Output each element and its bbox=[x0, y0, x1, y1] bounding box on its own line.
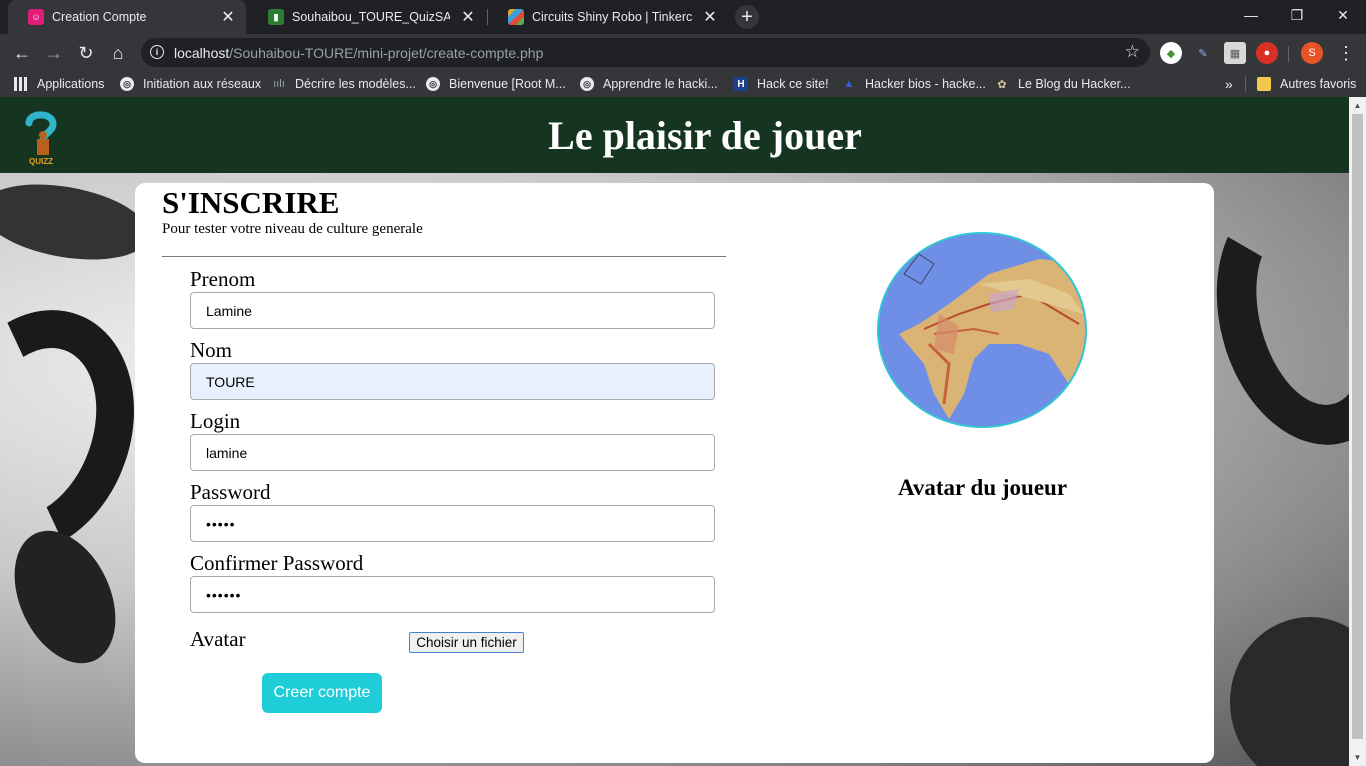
reload-button[interactable]: ↻ bbox=[72, 39, 100, 67]
trello-icon: ▮ bbox=[268, 9, 284, 25]
page-viewport: QUIZZ Le plaisir de jouer S'INSCRIRE Pou… bbox=[0, 97, 1349, 766]
login-input[interactable] bbox=[190, 434, 715, 471]
scroll-thumb[interactable] bbox=[1352, 114, 1363, 739]
close-window-button[interactable]: ✕ bbox=[1320, 0, 1366, 30]
apps-grid-icon bbox=[14, 77, 28, 91]
bookmark-star-icon[interactable]: ☆ bbox=[1125, 42, 1140, 62]
info-icon[interactable]: i bbox=[150, 45, 164, 59]
triangle-icon: ▲ bbox=[843, 78, 855, 90]
divider bbox=[162, 256, 726, 257]
bookmark-item[interactable]: ▲ Hacker bios - hacke... bbox=[842, 75, 986, 93]
forward-button[interactable]: → bbox=[40, 39, 68, 67]
bookmark-label: Applications bbox=[37, 77, 105, 91]
background-decoration bbox=[0, 172, 155, 272]
prenom-input[interactable] bbox=[190, 292, 715, 329]
profile-avatar[interactable]: S bbox=[1301, 42, 1323, 64]
other-bookmarks-folder[interactable]: Autres favoris bbox=[1257, 75, 1356, 93]
site-header: QUIZZ Le plaisir de jouer bbox=[0, 97, 1349, 173]
toolbar-divider bbox=[1288, 46, 1289, 62]
url-text[interactable]: localhost/Souhaibou-TOURE/mini-projet/cr… bbox=[174, 45, 543, 61]
minimize-button[interactable]: — bbox=[1228, 0, 1274, 30]
new-tab-button[interactable]: + bbox=[735, 5, 759, 29]
background-decoration bbox=[1230, 617, 1349, 766]
home-button[interactable]: ⌂ bbox=[104, 39, 132, 67]
close-icon[interactable]: ✕ bbox=[700, 7, 720, 27]
bookmark-applications[interactable]: Applications bbox=[14, 75, 104, 93]
signup-card: S'INSCRIRE Pour tester votre niveau de c… bbox=[135, 183, 1214, 763]
form-subtitle: Pour tester votre niveau de culture gene… bbox=[162, 221, 423, 237]
browser-toolbar: ← → ↻ ⌂ i localhost/Souhaibou-TOURE/mini… bbox=[0, 34, 1366, 71]
bookmark-item[interactable]: ✿ Le Blog du Hacker... bbox=[995, 75, 1131, 93]
bookmark-label: Initiation aux réseaux bbox=[143, 77, 262, 91]
bookmark-item[interactable]: H Hack ce site! bbox=[734, 75, 829, 93]
avatar-label: Avatar bbox=[190, 627, 246, 651]
extension-icon[interactable]: ◆ bbox=[1160, 42, 1182, 64]
bookmark-item[interactable]: ◎ Initiation aux réseaux bbox=[120, 75, 261, 93]
close-icon[interactable]: ✕ bbox=[218, 7, 238, 27]
scroll-down-arrow-icon[interactable]: ▼ bbox=[1349, 749, 1366, 766]
scroll-up-arrow-icon[interactable]: ▲ bbox=[1349, 97, 1366, 114]
back-button[interactable]: ← bbox=[8, 39, 36, 67]
cisco-icon: ıılı bbox=[273, 78, 285, 90]
site-favicon-icon: ☺ bbox=[28, 9, 44, 25]
globe-icon: ◎ bbox=[120, 77, 134, 91]
login-label: Login bbox=[190, 409, 241, 433]
bookmark-label: Apprendre le hacki... bbox=[603, 77, 718, 91]
tab-strip: ☺ Creation Compte ✕ ▮ Souhaibou_TOURE_Qu… bbox=[0, 0, 1366, 34]
bookmark-label: Bienvenue [Root M... bbox=[449, 77, 566, 91]
tab-trello[interactable]: ▮ Souhaibou_TOURE_QuizSA | Trello ✕ bbox=[248, 0, 486, 34]
restore-button[interactable]: ❐ bbox=[1274, 0, 1320, 30]
prenom-label: Prenom bbox=[190, 267, 256, 291]
bookmark-label: Décrire les modèles... bbox=[295, 77, 416, 91]
hack-icon: H bbox=[734, 77, 748, 91]
close-icon[interactable]: ✕ bbox=[458, 7, 478, 27]
bookmark-item[interactable]: ıılı Décrire les modèles... bbox=[272, 75, 416, 93]
page-scrollbar[interactable]: ▲ ▼ bbox=[1349, 97, 1366, 766]
avatar-caption: Avatar du joueur bbox=[897, 475, 1068, 500]
tab-title: Creation Compte bbox=[52, 10, 147, 24]
confirm-password-label: Confirmer Password bbox=[190, 551, 364, 575]
globe-icon: ◎ bbox=[580, 77, 594, 91]
nom-label: Nom bbox=[190, 338, 232, 362]
form-title: S'INSCRIRE bbox=[162, 185, 340, 220]
bookmark-item[interactable]: ◎ Bienvenue [Root M... bbox=[426, 75, 566, 93]
address-bar[interactable]: i localhost/Souhaibou-TOURE/mini-projet/… bbox=[141, 38, 1150, 67]
tinkercad-icon bbox=[508, 9, 524, 25]
bookmarks-divider bbox=[1245, 76, 1246, 92]
pencil-extension-icon[interactable]: ✎ bbox=[1192, 42, 1214, 64]
bookmark-label: Hack ce site! bbox=[757, 77, 829, 91]
bookmarks-overflow-button[interactable]: » bbox=[1225, 75, 1233, 93]
bookmark-item[interactable]: ◎ Apprendre le hacki... bbox=[580, 75, 718, 93]
menu-icon[interactable]: ⋮ bbox=[1332, 39, 1360, 67]
choose-file-button[interactable]: Choisir un fichier bbox=[409, 632, 524, 653]
tomato-extension-icon[interactable]: ● bbox=[1256, 42, 1278, 64]
tab-title: Circuits Shiny Robo | Tinkercad bbox=[532, 10, 692, 24]
bookmark-label: Hacker bios - hacke... bbox=[865, 77, 986, 91]
blog-icon: ✿ bbox=[997, 78, 1007, 91]
password-input[interactable] bbox=[190, 505, 715, 542]
folder-icon bbox=[1257, 77, 1271, 91]
tab-title: Souhaibou_TOURE_QuizSA | Trello bbox=[292, 10, 450, 24]
confirm-password-input[interactable] bbox=[190, 576, 715, 613]
avatar-preview bbox=[877, 232, 1087, 428]
nom-input[interactable] bbox=[190, 363, 715, 400]
extension-icon[interactable]: ▦ bbox=[1224, 42, 1246, 64]
bookmark-label: Autres favoris bbox=[1280, 77, 1357, 91]
map-image bbox=[879, 234, 1085, 426]
bookmark-label: Le Blog du Hacker... bbox=[1018, 77, 1131, 91]
tab-creation-compte[interactable]: ☺ Creation Compte ✕ bbox=[8, 0, 246, 34]
globe-icon: ◎ bbox=[426, 77, 440, 91]
create-account-button[interactable]: Creer compte bbox=[262, 673, 382, 713]
password-label: Password bbox=[190, 480, 271, 504]
tab-tinkercad[interactable]: Circuits Shiny Robo | Tinkercad ✕ bbox=[488, 0, 728, 34]
site-title: Le plaisir de jouer bbox=[548, 112, 862, 158]
bookmarks-bar: Applications ◎ Initiation aux réseaux ıı… bbox=[0, 71, 1366, 97]
